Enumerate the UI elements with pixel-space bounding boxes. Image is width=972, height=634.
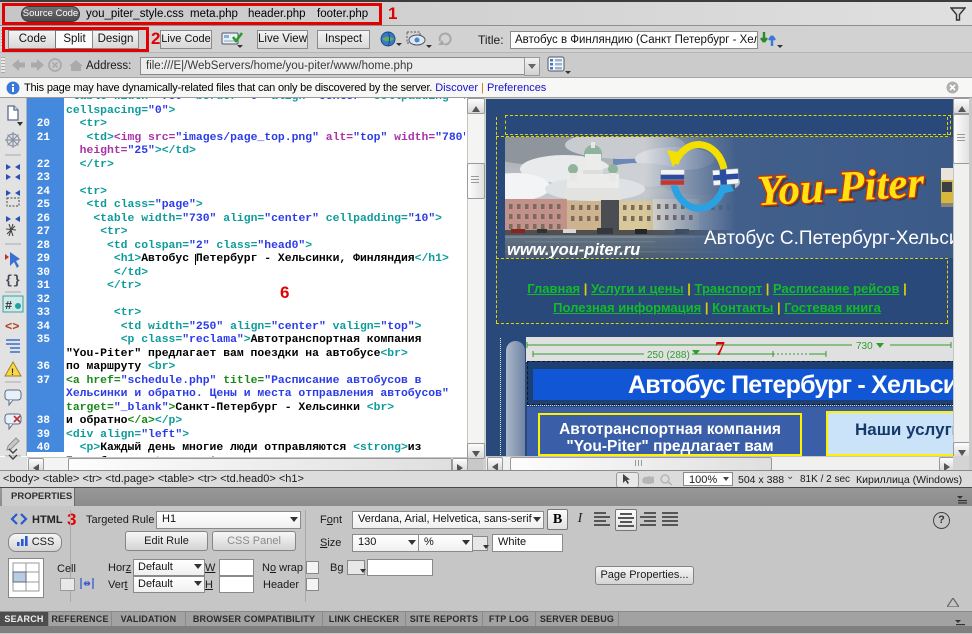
svg-text:#: # bbox=[5, 299, 12, 313]
svg-text:You-Piter: You-Piter bbox=[756, 159, 927, 215]
svg-text:www.you-piter.ru: www.you-piter.ru bbox=[507, 241, 640, 258]
svg-text:<>: <> bbox=[5, 320, 19, 334]
svg-text:730: 730 bbox=[856, 341, 873, 352]
svg-text:{}: {} bbox=[5, 273, 21, 288]
svg-text:Автобус С.Петербург-Хельсинки: Автобус С.Петербург-Хельсинки bbox=[704, 228, 953, 249]
svg-text:!: ! bbox=[11, 367, 14, 377]
svg-text:250 (288): 250 (288) bbox=[647, 350, 690, 361]
